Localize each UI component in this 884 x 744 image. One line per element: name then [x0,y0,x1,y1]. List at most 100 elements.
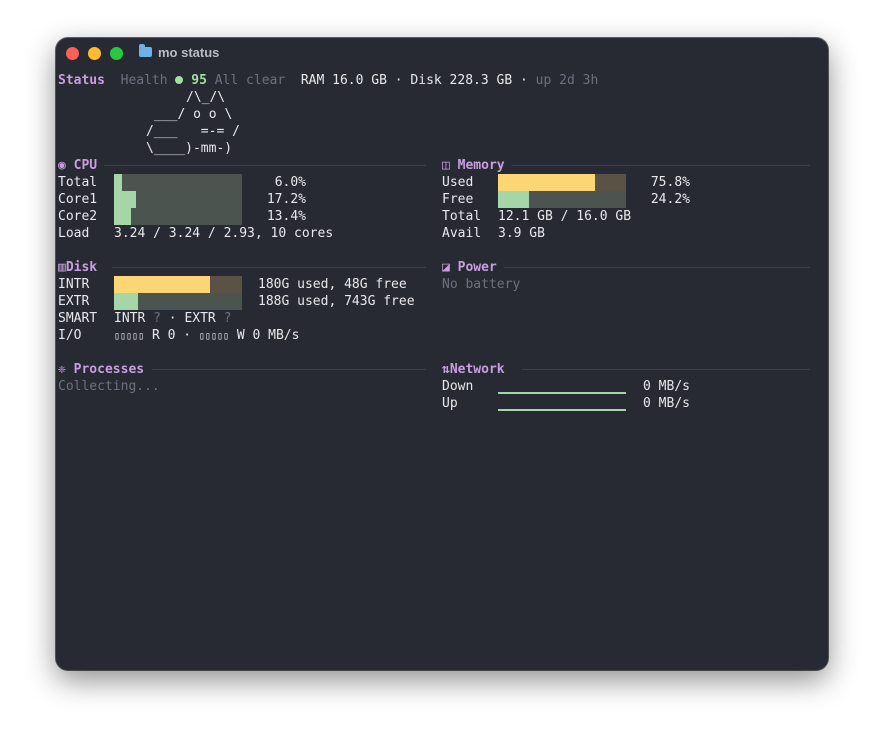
io-write-sparkline: ▯▯▯▯▯ [198,331,230,342]
disk-extr-bar [114,293,242,310]
cpu-core2-label: Core2 [58,209,98,224]
disk-io-label: I/O [58,328,82,343]
disk-smart-label: SMART [58,311,98,326]
disk-title: Disk [65,260,98,275]
minimize-window-button[interactable] [88,47,101,60]
cpu-core1-value: 17.2% [266,192,306,207]
disk-intr-value: 180G used, 48G free [258,277,407,292]
title-bar: mo status [56,38,828,70]
close-window-button[interactable] [66,47,79,60]
cpu-divider [104,165,426,166]
network-header: ⇅Network [442,361,505,378]
mascot-line-2: ___/ o o \ [154,107,233,122]
network-divider [522,369,810,370]
cpu-total-bar [114,174,242,191]
network-up-label: Up [442,396,458,411]
mascot-line-1: /\_/\ [186,90,226,105]
window-title: mo status [158,45,220,60]
memory-divider [512,165,810,166]
smart-intr: INTR [114,311,146,326]
separator: · [520,73,528,88]
network-title: Network [449,362,505,377]
network-down-sparkline [498,392,626,394]
folder-icon [139,44,152,57]
disk-divider [112,267,426,268]
health-label: Health [120,73,168,88]
memory-header: ◫ Memory [442,157,505,174]
disk-intr-label: INTR [58,277,90,292]
processes-title: Processes [73,362,145,377]
memory-used-bar [498,174,626,191]
memory-free-value: 24.2% [650,192,690,207]
memory-free-bar-fill [498,191,529,208]
disk-icon: ▥ [58,260,66,275]
disk-intr-bar-fill [114,276,210,293]
memory-used-label: Used [442,175,474,190]
memory-free-label: Free [442,192,474,207]
memory-avail-value: 3.9 GB [498,226,545,241]
disk-extr-bar-fill [114,293,139,310]
separator: · [168,311,177,326]
cpu-total-bar-fill [114,174,122,191]
cpu-core1-bar-fill [114,191,137,208]
network-down-value: 0 MB/s [643,379,690,394]
status-line: Status Health 95 All clear RAM 16.0 GB ·… [58,72,598,89]
network-down-label: Down [442,379,474,394]
cpu-core2-bar [114,208,242,225]
network-up-value: 0 MB/s [643,396,690,411]
cpu-load-value: 3.24 / 3.24 / 2.93, 10 cores [114,226,334,241]
power-divider [504,267,810,268]
io-write: W 0 MB/s [236,328,300,343]
cpu-total-label: Total [58,175,98,190]
disk-extr-value: 188G used, 743G free [258,294,415,309]
zoom-window-button[interactable] [110,47,123,60]
smart-intr-status: ? [153,311,161,326]
cpu-core1-label: Core1 [58,192,98,207]
memory-total-label: Total [442,209,482,224]
cpu-header: ◉ CPU [58,157,97,174]
cpu-title: CPU [73,158,98,173]
processes-divider [152,369,426,370]
cpu-icon: ◉ [58,158,66,173]
memory-icon: ◫ [442,158,450,173]
processes-icon: ❈ [58,362,66,377]
terminal-window: mo status Status Health 95 All clear RAM… [56,38,828,670]
power-text: No battery [442,277,521,292]
disk-io-value: ▯▯▯▯▯ R 0 · ▯▯▯▯▯ W 0 MB/s [114,327,299,345]
disk-intr-bar [114,276,242,293]
cpu-core1-bar [114,191,242,208]
mascot-line-3: /___ =-= / [146,124,240,139]
cpu-core2-value: 13.4% [266,209,306,224]
health-dot-icon [175,76,184,84]
power-icon: ◪ [442,260,450,275]
network-up-sparkline [498,409,626,411]
health-text: All clear [214,73,286,88]
memory-used-bar-fill [498,174,596,191]
disk-total: Disk 228.3 GB [410,73,513,88]
disk-smart-value: INTR ? · EXTR ? [114,310,231,327]
io-read-sparkline: ▯▯▯▯▯ [114,331,145,342]
memory-total-value: 12.1 GB / 16.0 GB [498,209,632,224]
uptime: up 2d 3h [535,73,599,88]
processes-header: ❈ Processes [58,361,144,378]
separator: · [394,73,403,88]
cpu-load-label: Load [58,226,90,241]
memory-title: Memory [457,158,505,173]
memory-free-bar [498,191,626,208]
cpu-core2-bar-fill [114,208,132,225]
cpu-total-value: 6.0% [274,175,306,190]
ram-total: RAM 16.0 GB [300,73,387,88]
network-icon: ⇅ [442,362,450,377]
health-score: 95 [191,73,207,88]
smart-extr-status: ? [223,311,232,326]
processes-text: Collecting... [58,379,160,394]
memory-used-value: 75.8% [650,175,690,190]
status-label: Status [58,73,105,88]
power-title: Power [457,260,497,275]
disk-header: ▥Disk [58,259,97,276]
smart-extr: EXTR [184,311,216,326]
io-read: R 0 [151,328,176,343]
mascot-line-4: \____)-mm-) [146,141,233,156]
separator: · [183,328,192,343]
disk-extr-label: EXTR [58,294,90,309]
